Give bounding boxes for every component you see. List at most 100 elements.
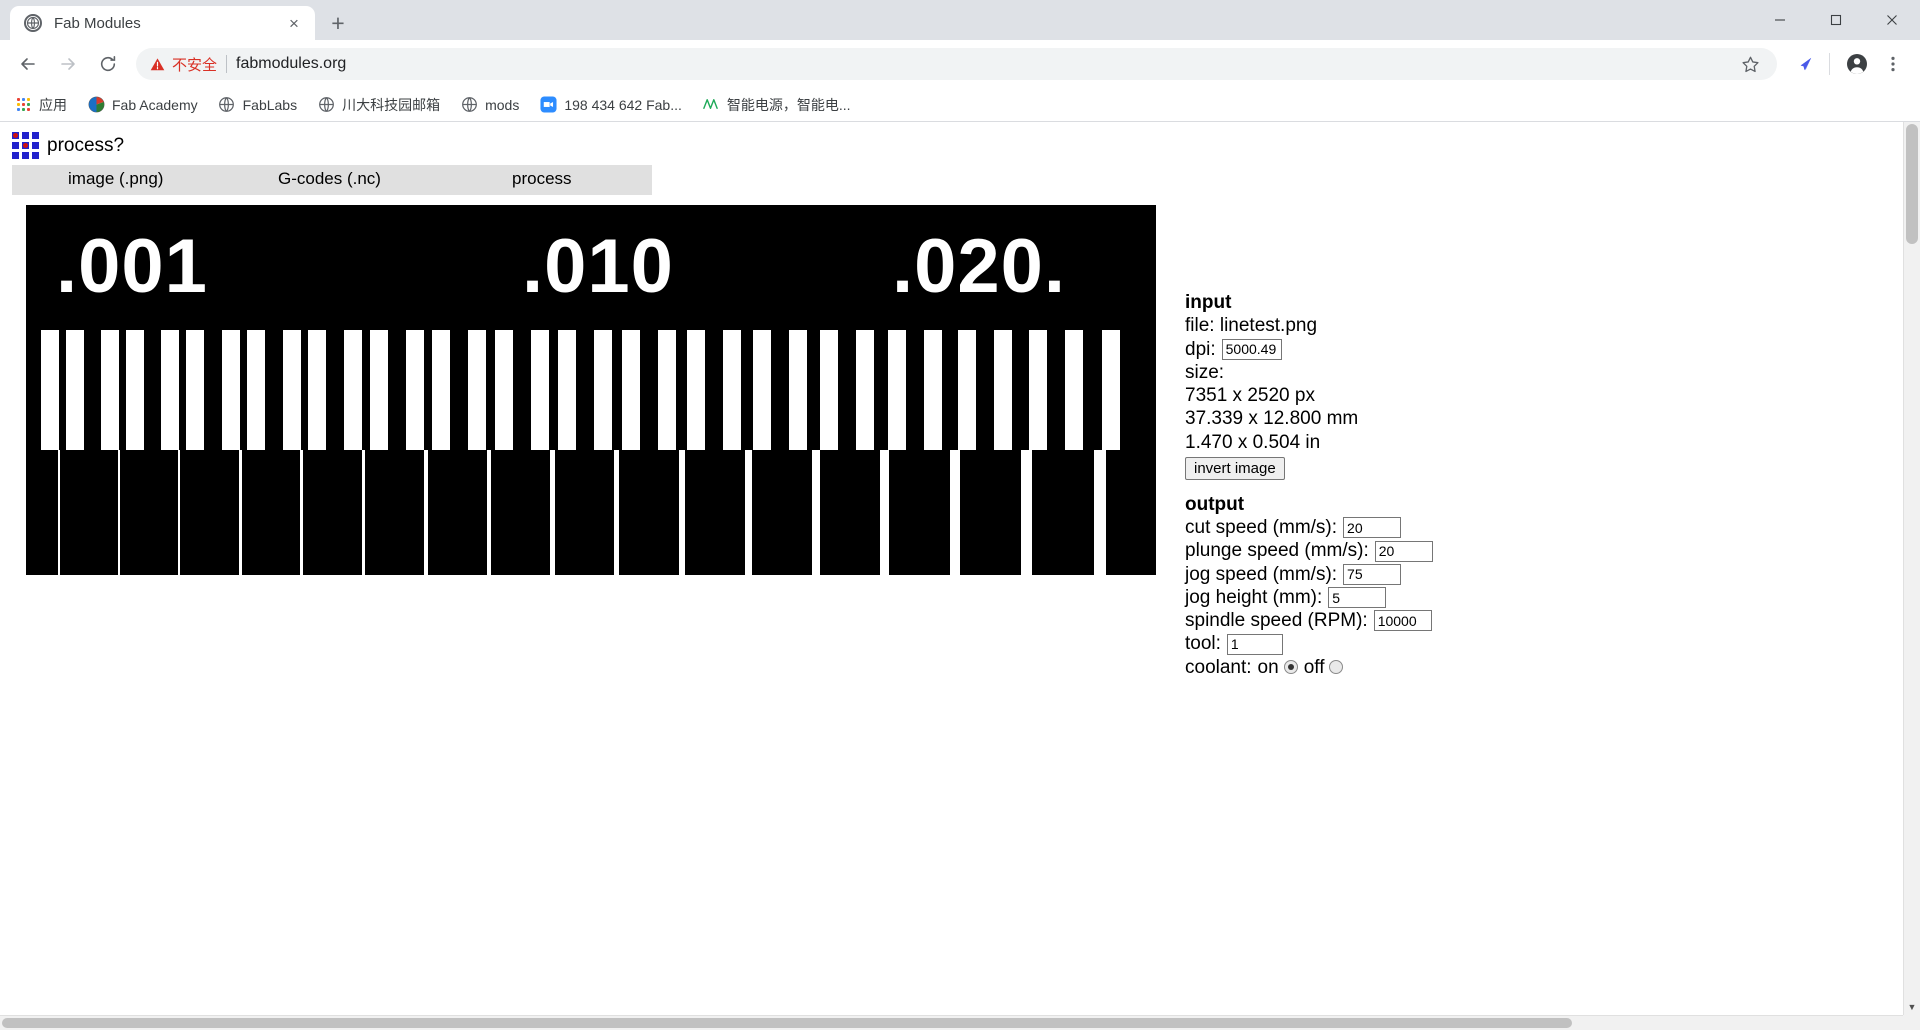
- fab-academy-icon: [87, 96, 105, 114]
- linetest-bar: [531, 330, 549, 450]
- globe-icon: [460, 96, 478, 114]
- vertical-scroll-thumb[interactable]: [1906, 124, 1918, 244]
- vertical-scrollbar[interactable]: ▲ ▼: [1903, 122, 1920, 1015]
- omnibox-divider: [226, 55, 228, 73]
- close-icon[interactable]: [1864, 0, 1920, 40]
- linetest-bar: [753, 330, 771, 450]
- linetest-bar: [994, 330, 1012, 450]
- bookmark-scu-mail[interactable]: 川大科技园邮箱: [317, 95, 440, 115]
- linetest-bar: [558, 330, 576, 450]
- cut-speed-input[interactable]: [1343, 517, 1402, 539]
- tool-label: tool:: [1185, 633, 1221, 655]
- address-bar[interactable]: 不安全 fabmodules.org: [136, 48, 1777, 80]
- linetest-bar: [41, 330, 59, 450]
- jog-height-row: jog height (mm):: [1185, 586, 1605, 609]
- more-vertical-icon[interactable]: [1876, 47, 1910, 81]
- account-icon[interactable]: [1840, 47, 1874, 81]
- toolbar-divider: [1829, 53, 1830, 75]
- dpi-label: dpi:: [1185, 338, 1216, 360]
- coolant-row: coolant: on off: [1185, 657, 1605, 678]
- scroll-down-icon[interactable]: ▼: [1904, 998, 1920, 1015]
- linetest-bar: [687, 330, 705, 450]
- horizontal-scroll-thumb[interactable]: [2, 1018, 1572, 1028]
- back-button[interactable]: [10, 46, 46, 82]
- linetest-kerf-tick: [745, 450, 752, 575]
- tab-image-png[interactable]: image (.png): [68, 169, 163, 189]
- canvas-label: .020.: [892, 224, 1067, 309]
- size-label: size:: [1185, 361, 1225, 383]
- image-preview-canvas[interactable]: .001 .010 .020.: [26, 205, 1156, 575]
- input-file-label: file: linetest.png: [1185, 315, 1318, 337]
- plunge-speed-input[interactable]: [1374, 540, 1433, 562]
- tool-input[interactable]: [1226, 633, 1283, 655]
- jog-speed-input[interactable]: [1343, 563, 1402, 585]
- linetest-bar: [1029, 330, 1047, 450]
- dpi-input[interactable]: [1221, 338, 1282, 360]
- bookmark-mods[interactable]: mods: [460, 96, 519, 114]
- window-controls: [1752, 0, 1920, 40]
- bookmark-fab-academy[interactable]: Fab Academy: [87, 96, 198, 114]
- linetest-bar: [247, 330, 265, 450]
- forward-button[interactable]: [50, 46, 86, 82]
- plunge-speed-row: plunge speed (mm/s):: [1185, 540, 1605, 562]
- linetest-bar: [924, 330, 942, 450]
- star-icon[interactable]: [1733, 47, 1767, 81]
- browser-toolbar: 不安全 fabmodules.org: [0, 40, 1920, 88]
- panel-spacer: [1185, 480, 1605, 494]
- browser-tab[interactable]: Fab Modules ×: [10, 6, 315, 40]
- spindle-speed-label: spindle speed (RPM):: [1185, 610, 1368, 632]
- minimize-icon[interactable]: [1752, 0, 1808, 40]
- bookmarks-bar: 应用 Fab Academy FabLabs 川大科技园邮箱 mods 198 …: [0, 88, 1920, 122]
- apps-grid-icon: [14, 96, 32, 114]
- linetest-kerf-tick: [118, 450, 120, 575]
- linetest-bar: [856, 330, 874, 450]
- tool-row: tool:: [1185, 633, 1605, 655]
- linetest-bar: [820, 330, 838, 450]
- spindle-speed-input[interactable]: [1373, 610, 1432, 632]
- linetest-kerf-tick: [1021, 450, 1032, 575]
- linetest-bar: [283, 330, 301, 450]
- linetest-kerf-tick: [550, 450, 555, 575]
- bookmark-zoom-meeting[interactable]: 198 434 642 Fab...: [539, 96, 682, 114]
- linetest-bar: [186, 330, 204, 450]
- canvas-label: .010: [522, 224, 674, 309]
- linetest-bar: [658, 330, 676, 450]
- browser-tab-title: Fab Modules: [54, 14, 141, 32]
- new-tab-button[interactable]: +: [321, 6, 355, 40]
- jog-height-label: jog height (mm):: [1185, 586, 1323, 608]
- linetest-kerf-tick: [812, 450, 820, 575]
- browser-window: Fab Modules × + 不安全 fabmodules.org 应用 Fa…: [0, 0, 1920, 1030]
- linetest-bar: [594, 330, 612, 450]
- cut-speed-row: cut speed (mm/s):: [1185, 517, 1605, 539]
- canvas-label: .001: [56, 224, 208, 309]
- linetest-kerf-tick: [239, 450, 242, 575]
- globe-icon: [218, 96, 236, 114]
- invert-image-button[interactable]: invert image: [1185, 456, 1285, 480]
- linetest-bar: [468, 330, 486, 450]
- tab-process[interactable]: process: [512, 169, 572, 189]
- horizontal-scrollbar[interactable]: [0, 1015, 1903, 1030]
- scrollbar-corner: [1903, 1015, 1920, 1030]
- jog-height-input[interactable]: [1328, 587, 1387, 609]
- waveform-icon: [702, 96, 720, 114]
- plunge-speed-label: plunge speed (mm/s):: [1185, 540, 1369, 562]
- bookmark-smart-power[interactable]: 智能电源，智能电...: [702, 95, 851, 115]
- process-tabstrip: image (.png) G-codes (.nc) process: [12, 165, 652, 195]
- close-icon[interactable]: ×: [283, 12, 305, 34]
- linetest-kerf-tick: [362, 450, 365, 575]
- reload-button[interactable]: [90, 46, 126, 82]
- bookmark-apps[interactable]: 应用: [14, 95, 67, 115]
- security-warning[interactable]: 不安全: [150, 54, 217, 75]
- linetest-kerf-tick: [679, 450, 685, 575]
- tab-gcodes-nc[interactable]: G-codes (.nc): [278, 169, 381, 189]
- linetest-kerf-tick: [1094, 450, 1106, 575]
- coolant-on-radio[interactable]: [1283, 660, 1298, 675]
- coolant-off-radio[interactable]: [1329, 660, 1344, 675]
- jog-speed-row: jog speed (mm/s):: [1185, 564, 1605, 585]
- linetest-bar: [958, 330, 976, 450]
- bookmark-fablabs[interactable]: FabLabs: [218, 96, 297, 114]
- maximize-icon[interactable]: [1808, 0, 1864, 40]
- page-viewport: process? image (.png) G-codes (.nc) proc…: [0, 122, 1920, 1030]
- extension-icon[interactable]: [1787, 47, 1821, 81]
- coolant-label: coolant:: [1185, 656, 1252, 678]
